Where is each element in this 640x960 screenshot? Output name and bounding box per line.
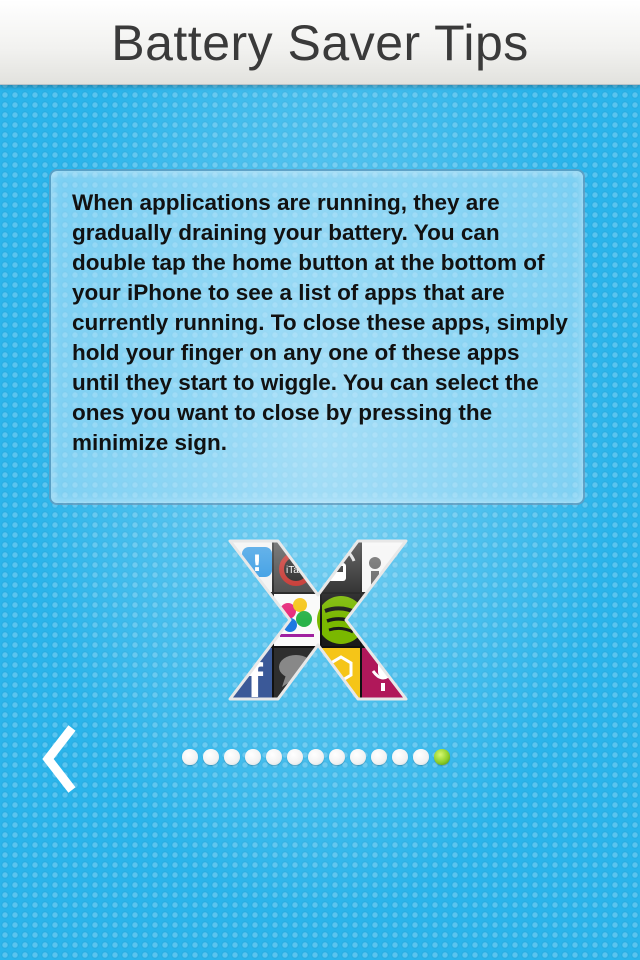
app-icons-x-icon: ! iTalk f	[228, 539, 408, 701]
page-indicator	[182, 749, 450, 765]
page-dot	[224, 749, 240, 765]
page-dot	[203, 749, 219, 765]
tip-text: When applications are running, they are …	[72, 190, 568, 455]
page-dot	[413, 749, 429, 765]
page-dot	[308, 749, 324, 765]
page-dot	[266, 749, 282, 765]
title-bar: Battery Saver Tips	[0, 0, 640, 85]
page-dot	[245, 749, 261, 765]
page-dot	[287, 749, 303, 765]
page-dot	[371, 749, 387, 765]
page-dot	[329, 749, 345, 765]
page-dot	[182, 749, 198, 765]
tip-text-box: When applications are running, they are …	[49, 169, 585, 505]
page-dot	[350, 749, 366, 765]
page-dot-active	[434, 749, 450, 765]
page-title: Battery Saver Tips	[111, 15, 529, 71]
chevron-left-icon[interactable]	[40, 722, 80, 796]
page-dot	[392, 749, 408, 765]
